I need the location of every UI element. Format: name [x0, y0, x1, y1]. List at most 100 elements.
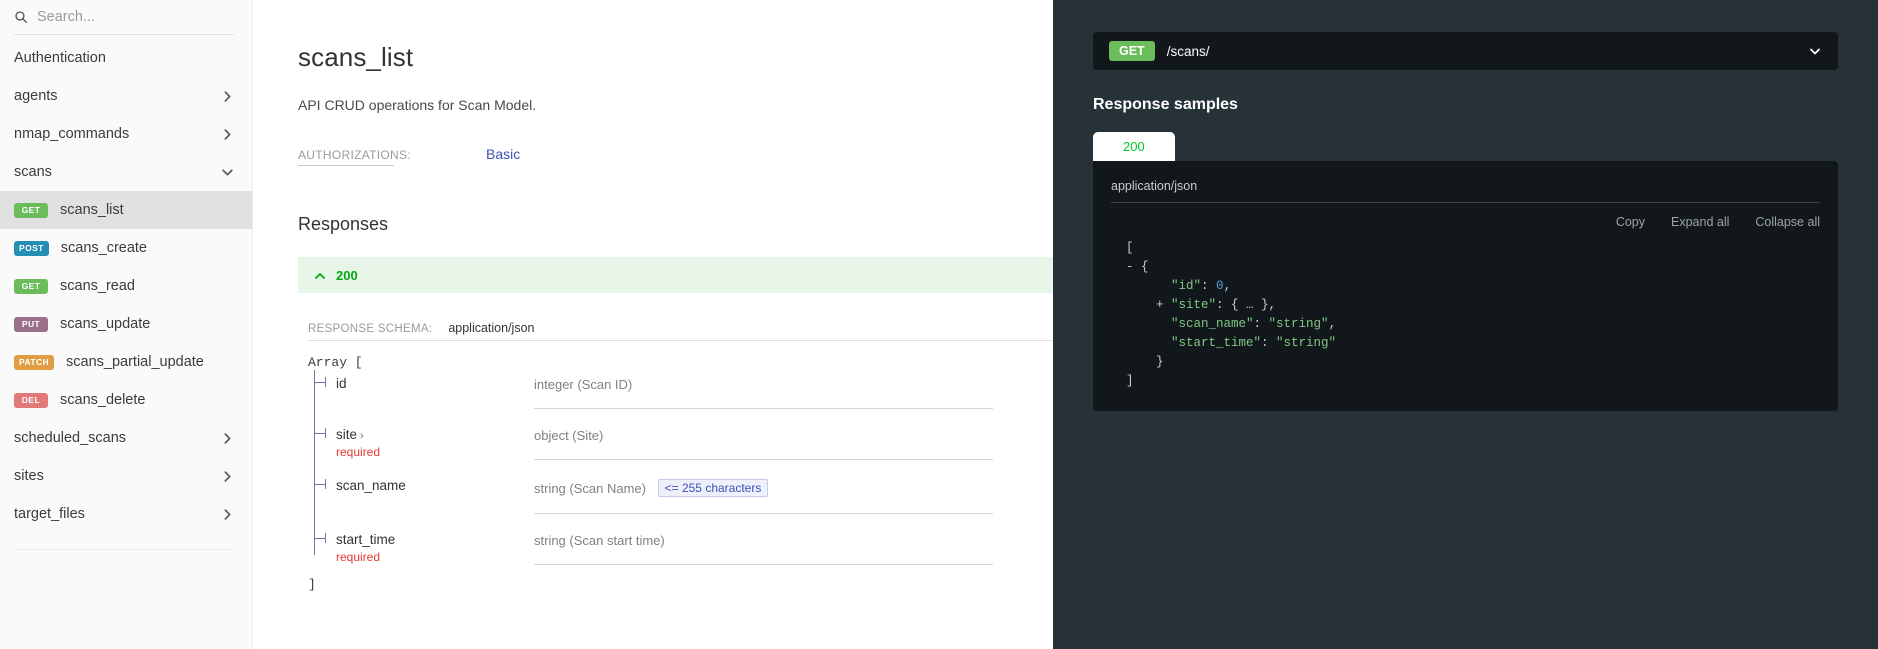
code-media-type-row: application/json — [1111, 177, 1820, 203]
sidebar-item-authentication[interactable]: Authentication — [0, 39, 252, 77]
property-name[interactable]: site — [336, 427, 357, 442]
sidebar-item-nmap-commands[interactable]: nmap_commands — [0, 115, 252, 153]
code-token: "string" — [1276, 336, 1337, 350]
code-fold-toggle[interactable]: - — [1111, 260, 1141, 274]
code-token: "scan_name" — [1171, 317, 1254, 331]
sidebar-item-label: target_files — [14, 506, 85, 522]
sidebar-operation-label: scans_delete — [60, 392, 146, 408]
main-content: scans_list API CRUD operations for Scan … — [253, 0, 1053, 649]
response-schema-body: Array [ id integer (Scan ID) site › requi… — [308, 355, 993, 592]
sidebar-item-sites[interactable]: sites — [0, 457, 252, 495]
schema-property-id: id integer (Scan ID) — [314, 370, 993, 421]
property-type-cell: integer (Scan ID) — [534, 376, 993, 409]
sidebar-operation-scans-read[interactable]: GET scans_read — [0, 267, 252, 305]
property-name: scan_name — [336, 478, 406, 493]
response-schema-header: RESPONSE SCHEMA: application/json — [308, 321, 1053, 341]
json-response-sample: [ - { "id": 0, + "site": { … }, "scan_na… — [1111, 239, 1820, 391]
code-line: "id": 0, — [1111, 277, 1820, 296]
expand-all-button[interactable]: Expand all — [1671, 215, 1729, 229]
code-token: , — [1223, 279, 1232, 293]
method-badge: GET — [1109, 41, 1155, 61]
code-token: } — [1156, 355, 1164, 369]
sidebar-item-label: sites — [14, 468, 44, 484]
property-type-cell: string (Scan Name) <= 255 characters — [534, 478, 993, 514]
page-title: scans_list — [298, 42, 414, 72]
authorizations-value[interactable]: Basic — [486, 146, 520, 162]
code-token: , — [1328, 317, 1337, 331]
code-line: + "site": { … }, — [1111, 296, 1820, 315]
schema-property-tree: id integer (Scan ID) site › required obje… — [314, 370, 993, 577]
sidebar-operation-scans-create[interactable]: POST scans_create — [0, 229, 252, 267]
chevron-right-icon — [221, 508, 234, 521]
sidebar-operation-scans-partial-update[interactable]: PATCH scans_partial_update — [0, 343, 252, 381]
response-200-toggle[interactable]: 200 — [298, 257, 1053, 293]
schema-property-site[interactable]: site › required object (Site) — [314, 421, 993, 472]
copy-button[interactable]: Copy — [1616, 215, 1645, 229]
sidebar-operation-scans-list[interactable]: GET scans_list — [0, 191, 252, 229]
redoc-page: Authentication agents nmap_commands scan… — [0, 0, 1878, 649]
sidebar-item-target-files[interactable]: target_files — [0, 495, 252, 533]
code-token: 0 — [1216, 279, 1224, 293]
code-token: "site" — [1171, 298, 1217, 312]
sidebar-operation-label: scans_update — [60, 316, 151, 332]
sidebar-operation-label: scans_read — [60, 278, 135, 294]
response-schema-media-type[interactable]: application/json — [448, 321, 534, 335]
chevron-right-icon — [221, 470, 234, 483]
collapse-all-button[interactable]: Collapse all — [1755, 215, 1820, 229]
operation-description: API CRUD operations for Scan Model. — [298, 97, 537, 113]
sidebar-item-label: agents — [14, 88, 58, 104]
sidebar-item-scans[interactable]: scans — [0, 153, 252, 191]
code-line: "start_time": "string" — [1111, 334, 1820, 353]
chevron-right-icon[interactable]: › — [360, 430, 364, 442]
response-samples-heading: Response samples — [1093, 96, 1238, 113]
sidebar-operation-label: scans_create — [60, 240, 147, 256]
response-schema-label: RESPONSE SCHEMA: — [308, 323, 433, 335]
sidebar-operation-label: scans_partial_update — [66, 354, 204, 370]
method-badge: GET — [14, 202, 48, 218]
code-line: - { — [1111, 258, 1820, 277]
sidebar-item-label: scheduled_scans — [14, 430, 127, 446]
property-type: string (Scan start time) — [534, 533, 665, 548]
code-fold-toggle[interactable]: + — [1111, 298, 1171, 312]
search-icon — [14, 10, 28, 24]
property-name-cell: id — [336, 376, 534, 409]
method-badge: GET — [14, 278, 48, 294]
code-token: "id" — [1171, 279, 1202, 293]
schema-property-scan-name: scan_name string (Scan Name) <= 255 char… — [314, 472, 993, 526]
chevron-up-icon — [314, 269, 326, 281]
chevron-right-icon — [221, 432, 234, 445]
search-row[interactable] — [0, 0, 252, 34]
code-token: "string" — [1268, 317, 1329, 331]
sidebar-item-agents[interactable]: agents — [0, 77, 252, 115]
property-name-cell: start_time required — [336, 532, 534, 565]
response-sample-tabs: 200 — [1093, 132, 1838, 161]
method-badge: DEL — [14, 392, 48, 408]
tab-200[interactable]: 200 — [1093, 132, 1175, 161]
authorizations-row: AUTHORIZATIONS: Basic — [298, 146, 993, 166]
chevron-right-icon — [221, 128, 234, 141]
chevron-down-icon[interactable] — [1808, 44, 1822, 58]
code-media-type: application/json — [1111, 179, 1198, 193]
sidebar-item-scheduled-scans[interactable]: scheduled_scans — [0, 419, 252, 457]
search-input[interactable] — [37, 9, 234, 25]
code-token: : — [1261, 336, 1277, 350]
code-actions: Copy Expand all Collapse all — [1111, 215, 1820, 229]
sidebar-operation-scans-delete[interactable]: DEL scans_delete — [0, 381, 252, 419]
code-token: { — [1141, 260, 1149, 274]
chevron-down-icon — [221, 166, 234, 179]
endpoint-bar[interactable]: GET /scans/ — [1093, 32, 1838, 70]
property-name: start_time — [336, 532, 396, 547]
sidebar-divider — [14, 549, 234, 550]
chevron-right-icon — [221, 90, 234, 103]
property-type: object (Site) — [534, 428, 604, 443]
code-token: : { … }, — [1216, 298, 1277, 312]
code-line: } — [1111, 353, 1820, 372]
code-line: [ — [1111, 239, 1820, 258]
sidebar-operation-scans-update[interactable]: PUT scans_update — [0, 305, 252, 343]
property-type-cell: string (Scan start time) — [534, 532, 993, 565]
property-type-cell: object (Site) — [534, 427, 993, 460]
